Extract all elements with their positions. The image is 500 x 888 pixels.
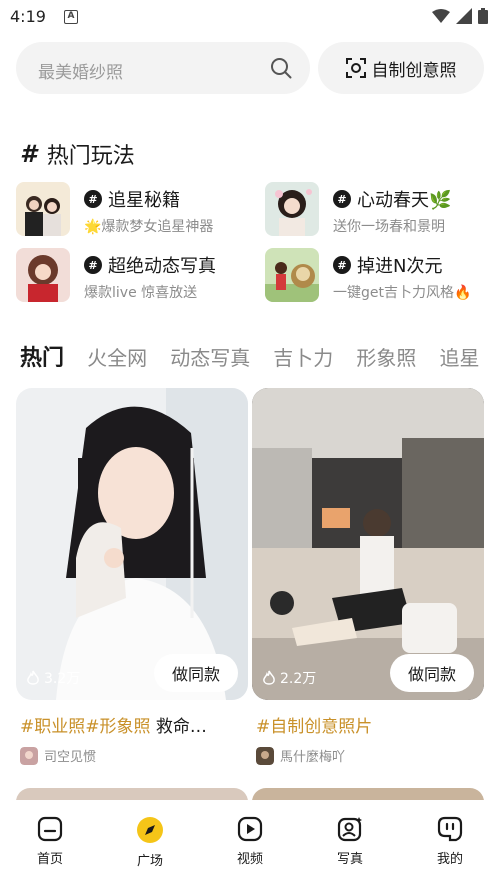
like-count: 3.2万 xyxy=(44,671,81,687)
search-placeholder: 最美婚纱照 xyxy=(38,63,123,83)
play-thumbnail xyxy=(265,182,319,236)
card-title: #自制创意照片 xyxy=(256,712,482,737)
play-name: 心动春天🌿 xyxy=(357,190,452,211)
tab-viral[interactable]: 火全网 xyxy=(87,342,147,371)
hash-badge-icon: # xyxy=(84,190,102,208)
status-icons xyxy=(432,8,488,24)
status-time: 4:19 xyxy=(10,7,46,26)
card-tags[interactable]: #自制创意照片 xyxy=(256,717,372,737)
nav-profile[interactable]: 我的 xyxy=(400,800,500,888)
card-title-text: 救命… xyxy=(150,717,207,737)
nav-label: 广场 xyxy=(136,854,163,869)
video-icon xyxy=(237,816,263,842)
play-name: 追星秘籍 xyxy=(108,190,180,211)
play-desc: 爆款live 惊喜放送 xyxy=(84,285,198,301)
play-thumbnail xyxy=(16,248,70,302)
play-item-star-guide[interactable]: # 追星秘籍 🌟爆款梦女追星神器 xyxy=(16,182,246,238)
nav-label: 视频 xyxy=(236,852,263,867)
tab-ghibli[interactable]: 吉卜力 xyxy=(273,342,333,371)
nav-home[interactable]: 首页 xyxy=(0,800,100,888)
play-name-row: # 超绝动态写真 xyxy=(84,252,216,278)
tab-hot[interactable]: 热门 xyxy=(20,340,64,372)
portrait-icon xyxy=(337,817,362,842)
play-name: 掉进N次元 xyxy=(357,256,443,277)
author-name: 司空见惯 xyxy=(44,750,97,765)
play-item-dynamic-portrait[interactable]: # 超绝动态写真 爆款live 惊喜放送 xyxy=(16,248,246,304)
nav-label: 我的 xyxy=(436,852,463,867)
profile-icon xyxy=(437,816,463,842)
hash-icon: # xyxy=(20,140,37,168)
author-name: 馬什麼梅吖 xyxy=(280,750,346,765)
make-same-button[interactable]: 做同款 xyxy=(390,654,474,692)
avatar xyxy=(256,746,274,765)
play-item-spring[interactable]: # 心动春天🌿 送你一场春和景明 xyxy=(265,182,495,238)
card-title: #职业照#形象照 救命… xyxy=(20,712,246,737)
card-author[interactable]: 司空见惯 xyxy=(20,746,96,765)
nav-square[interactable]: 广场 xyxy=(100,800,200,888)
bottom-nav: 首页 广场 视频 写真 我的 xyxy=(0,800,500,888)
hash-badge-icon: # xyxy=(84,256,102,274)
nav-label: 写真 xyxy=(336,852,363,867)
like-count-row: 3.2万 xyxy=(26,668,80,688)
notification-icon: A xyxy=(64,10,78,24)
like-count: 2.2万 xyxy=(280,671,317,687)
play-thumbnail xyxy=(265,248,319,302)
nav-label: 首页 xyxy=(36,852,63,867)
play-item-anime[interactable]: # 掉进N次元 一键get吉卜力风格🔥 xyxy=(265,248,495,304)
play-desc: 一键get吉卜力风格🔥 xyxy=(333,285,472,301)
nav-video[interactable]: 视频 xyxy=(200,800,300,888)
make-same-button[interactable]: 做同款 xyxy=(154,654,238,692)
battery-icon xyxy=(478,8,488,24)
search-input[interactable]: 最美婚纱照 xyxy=(16,42,310,94)
card-image[interactable]: 3.2万 做同款 xyxy=(16,388,248,700)
card-image[interactable]: 2.2万 做同款 xyxy=(252,388,484,700)
like-count-row: 2.2万 xyxy=(262,668,316,688)
play-desc: 送你一场春和景明 xyxy=(333,219,445,235)
card-author[interactable]: 馬什麼梅吖 xyxy=(256,746,345,765)
play-name-row: # 掉进N次元 xyxy=(333,252,442,278)
flame-icon xyxy=(263,670,275,685)
play-thumbnail xyxy=(16,182,70,236)
section-header: # 热门玩法 xyxy=(20,138,135,170)
play-name: 超绝动态写真 xyxy=(108,256,216,277)
camera-frame-icon xyxy=(345,58,366,78)
tab-star[interactable]: 追星 xyxy=(439,342,479,371)
search-icon[interactable] xyxy=(270,57,292,79)
feed-card[interactable]: 2.2万 做同款 #自制创意照片 馬什麼梅吖 xyxy=(252,388,484,768)
home-icon xyxy=(37,816,63,842)
play-desc: 🌟爆款梦女追星神器 xyxy=(84,219,214,235)
feed-card[interactable]: 3.2万 做同款 #职业照#形象照 救命… 司空见惯 xyxy=(16,388,248,768)
signal-icon xyxy=(456,8,472,24)
flame-icon xyxy=(27,670,39,685)
custom-photo-button[interactable]: 自制创意照 xyxy=(318,42,484,94)
wifi-icon xyxy=(432,9,450,23)
play-name-row: # 追星秘籍 xyxy=(84,186,180,212)
hash-badge-icon: # xyxy=(333,256,351,274)
tab-dynamic-portrait[interactable]: 动态写真 xyxy=(170,342,250,371)
card-tags[interactable]: #职业照#形象照 xyxy=(20,717,151,737)
custom-photo-label: 自制创意照 xyxy=(371,60,457,81)
section-title: 热门玩法 xyxy=(46,144,135,169)
play-name-row: # 心动春天🌿 xyxy=(333,186,451,212)
category-tabs: 热门 火全网 动态写真 吉卜力 形象照 追星 xyxy=(20,340,500,376)
status-bar: 4:19 A xyxy=(0,0,500,34)
nav-portrait[interactable]: 写真 xyxy=(300,800,400,888)
tab-profile-photo[interactable]: 形象照 xyxy=(356,342,416,371)
avatar xyxy=(20,746,38,765)
hash-badge-icon: # xyxy=(333,190,351,208)
compass-icon xyxy=(137,817,163,843)
